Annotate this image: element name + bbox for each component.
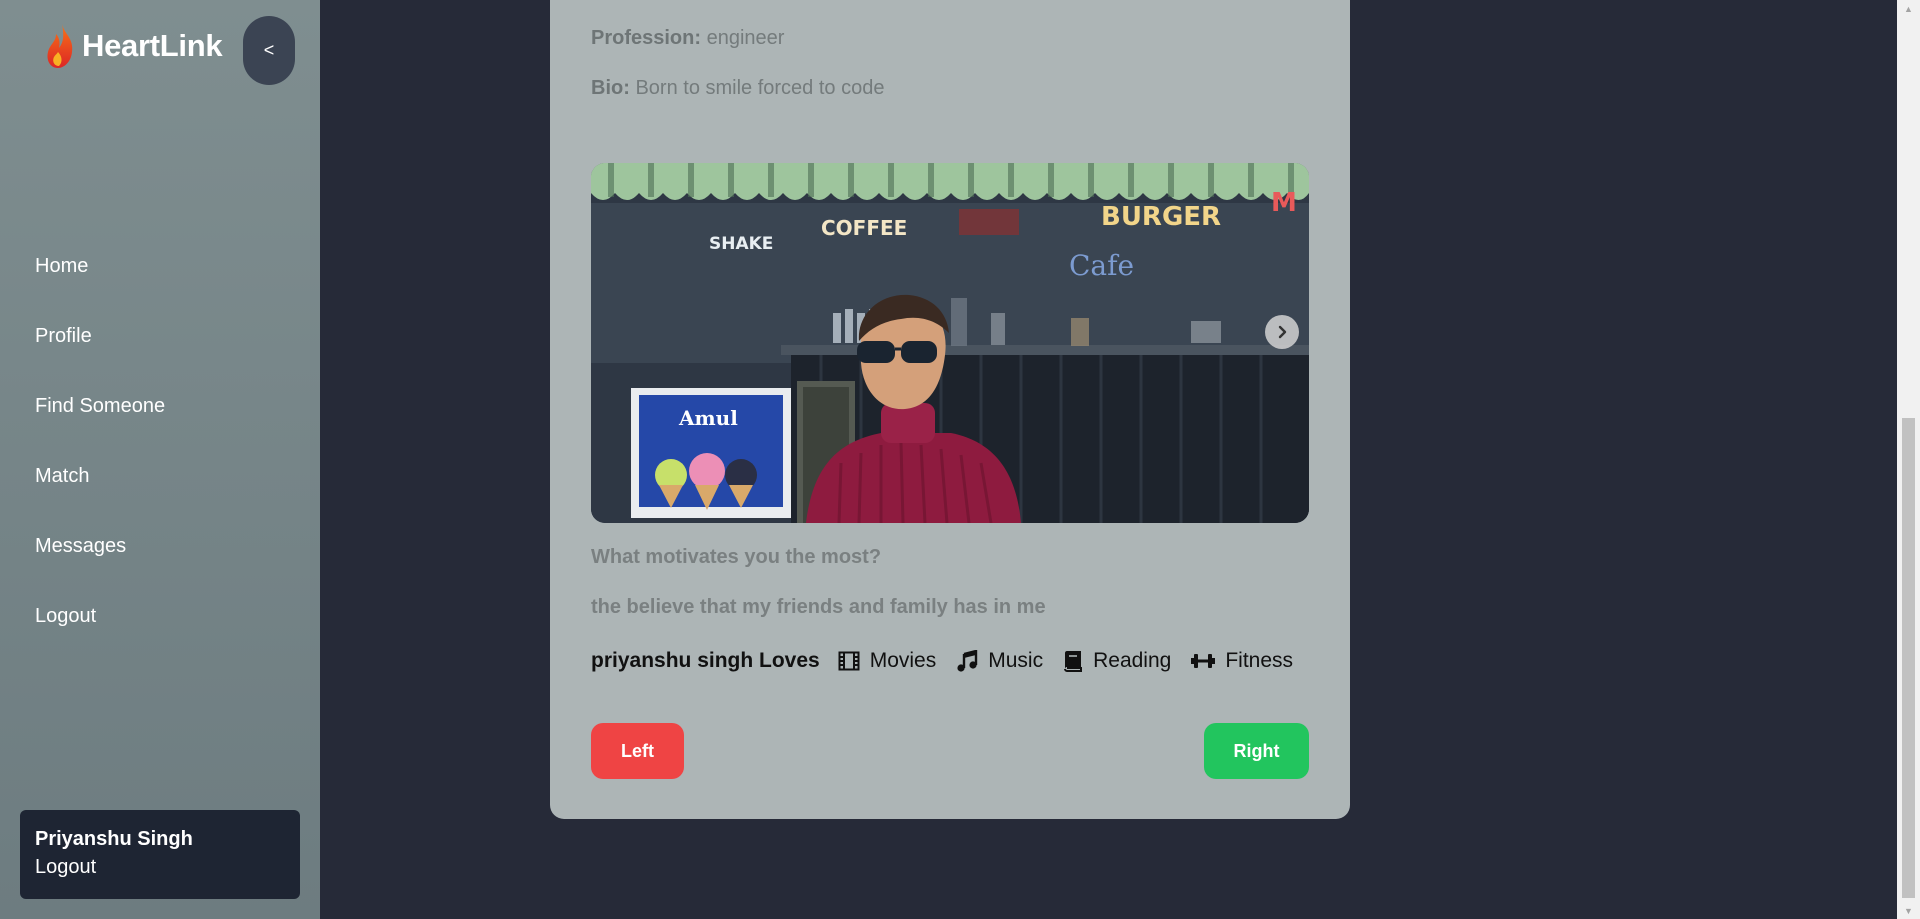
sign-shake: SHAKE xyxy=(709,234,773,254)
brand[interactable]: HeartLink xyxy=(44,22,223,70)
scroll-up-arrow-icon[interactable]: ▲ xyxy=(1897,0,1920,17)
interested-in-field: Interested in: female xyxy=(591,0,782,1)
freezer: Amul xyxy=(631,388,791,518)
user-card: Priyanshu Singh Logout xyxy=(20,810,300,899)
dumbbell-icon xyxy=(1191,654,1216,668)
flame-logo-icon xyxy=(47,24,73,68)
sign-burger: BURGER xyxy=(1101,202,1221,232)
prompt-answer: the believe that my friends and family h… xyxy=(591,596,1046,618)
sidebar: HeartLink < Home Profile Find Someone Ma… xyxy=(0,0,320,919)
profession-key: Profession: xyxy=(591,27,702,49)
scroll-down-arrow-icon[interactable]: ▼ xyxy=(1897,902,1920,919)
sidebar-item-find-someone[interactable]: Find Someone xyxy=(35,390,165,460)
swipe-left-button[interactable]: Left xyxy=(591,723,684,779)
profession-field: Profession: engineer xyxy=(591,25,784,51)
profile-photo[interactable]: SHAKE COFFEE BURGER Cafe M Amul xyxy=(591,163,1309,523)
next-photo-button[interactable] xyxy=(1265,315,1299,349)
page-scrollbar[interactable]: ▲ ▼ xyxy=(1897,0,1920,919)
sidebar-item-home[interactable]: Home xyxy=(35,250,165,320)
user-logout-link[interactable]: Logout xyxy=(35,852,285,882)
music-note-icon xyxy=(957,650,978,672)
loves-title: priyanshu singh Loves xyxy=(591,649,820,672)
bio-value: Born to smile forced to code xyxy=(635,77,885,99)
book-icon xyxy=(1064,651,1083,672)
interest-label-music: Music xyxy=(988,649,1044,672)
bio-field: Bio: Born to smile forced to code xyxy=(591,75,884,101)
prompt-question: What motivates you the most? xyxy=(591,546,882,568)
bio-key: Bio: xyxy=(591,77,630,99)
interest-music: Music xyxy=(956,649,1043,673)
profile-card: Interested in: female Profession: engine… xyxy=(550,0,1350,819)
profession-value: engineer xyxy=(706,27,785,49)
swipe-right-button[interactable]: Right xyxy=(1204,723,1309,779)
scrollbar-thumb[interactable] xyxy=(1902,418,1915,898)
interest-label-movies: Movies xyxy=(869,649,937,672)
collapse-sidebar-button[interactable]: < xyxy=(243,16,295,85)
interests-row: priyanshu singh Loves Movies Music Readi… xyxy=(591,644,1313,678)
sidebar-item-match[interactable]: Match xyxy=(35,460,165,530)
interest-label-reading: Reading xyxy=(1093,649,1172,672)
interest-movies: Movies xyxy=(838,649,937,673)
sidebar-nav: Home Profile Find Someone Match Messages… xyxy=(35,250,165,670)
film-icon xyxy=(838,651,860,671)
user-name: Priyanshu Singh xyxy=(35,828,193,850)
sign-coffee: COFFEE xyxy=(821,216,907,240)
interest-reading: Reading xyxy=(1063,649,1171,673)
profile-photo-illustration: SHAKE COFFEE BURGER Cafe M Amul xyxy=(591,163,1309,523)
sidebar-item-profile[interactable]: Profile xyxy=(35,320,165,390)
sidebar-item-messages[interactable]: Messages xyxy=(35,530,165,600)
svg-text:M: M xyxy=(1271,188,1297,218)
chevron-right-icon xyxy=(1278,325,1287,339)
interest-label-fitness: Fitness xyxy=(1225,649,1294,672)
sign-cafe: Cafe xyxy=(1069,249,1134,282)
interest-fitness: Fitness xyxy=(1191,649,1293,673)
app-name: HeartLink xyxy=(82,28,223,63)
sidebar-item-logout[interactable]: Logout xyxy=(35,600,165,670)
sign-amul: Amul xyxy=(678,406,738,430)
